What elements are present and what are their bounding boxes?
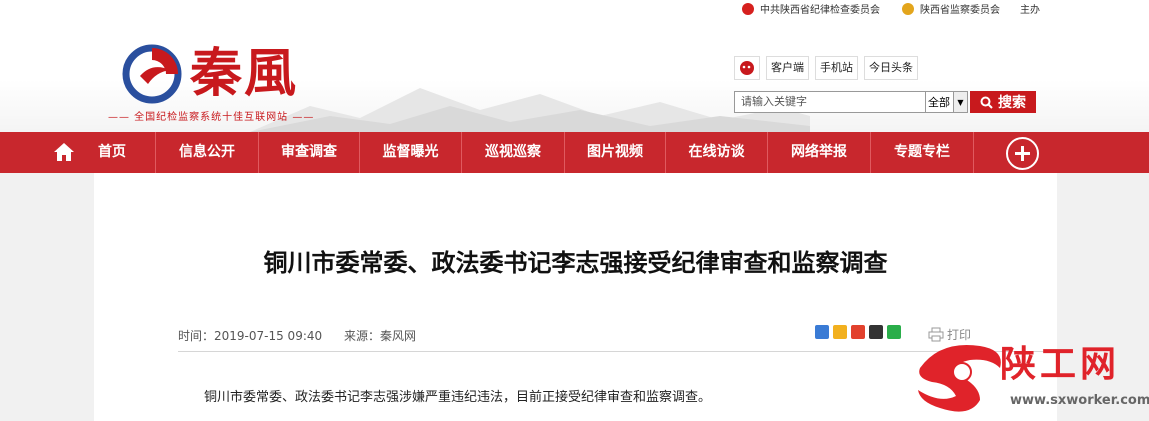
site-slogan: —— 全国纪检监察系统十佳互联网站 —— [108, 112, 315, 123]
nav-item-info-disclosure[interactable]: 信息公开 [156, 132, 258, 173]
qinfeng-logo-icon[interactable] [122, 44, 182, 104]
watermark-url: www.sxworker.com [1010, 393, 1149, 408]
nav-item-investigation[interactable]: 审查调查 [259, 132, 359, 173]
site-logo-text[interactable]: 秦風 [190, 44, 298, 104]
search-button[interactable]: 搜索 [970, 91, 1036, 113]
share-wechat-icon[interactable] [887, 325, 901, 339]
article-title: 铜川市委常委、政法委书记李志强接受纪律审查和监察调查 [263, 249, 888, 277]
search-input[interactable]: 请输入关键字 [734, 91, 926, 113]
nav-item-inspection[interactable]: 巡视巡察 [462, 132, 564, 173]
share-weibo-icon[interactable] [851, 325, 865, 339]
link-provincial-supervision-commission[interactable]: 陕西省监察委员会 [902, 1, 1000, 16]
home-icon[interactable] [53, 142, 75, 162]
site-header: 秦風 —— 全国纪检监察系统十佳互联网站 —— 客户端 手机站 今日头条 请输入… [0, 16, 1149, 132]
search-bar: 请输入关键字 全部 ▼ 搜索 [734, 91, 1036, 113]
article-source: 来源：秦风网 [343, 329, 416, 343]
mobile-site-button[interactable]: 手机站 [815, 56, 858, 80]
share-more-icon[interactable] [815, 325, 829, 339]
nav-item-exposure[interactable]: 监督曝光 [360, 132, 461, 173]
share-qzone-icon[interactable] [833, 325, 847, 339]
client-bar: 客户端 手机站 今日头条 [734, 56, 918, 80]
topbar-sponsor-text: 主办 [1020, 5, 1040, 16]
party-emblem-icon [742, 2, 754, 15]
article-body: 铜川市委常委、政法委书记李志强涉嫌严重违纪违法，目前正接受纪律审查和监察调查。 [204, 390, 712, 405]
search-scope-value: 全部 [928, 96, 950, 109]
link-provincial-discipline-commission[interactable]: 中共陕西省纪律检查委员会 [742, 1, 880, 16]
mountain-backdrop [250, 88, 810, 132]
main-nav: 首页 信息公开 审查调查 监督曝光 巡视巡察 图片视频 在线访谈 网络举报 专题… [0, 132, 1149, 173]
toutiao-button[interactable]: 今日头条 [864, 56, 918, 80]
topbar-link-1[interactable]: 中共陕西省纪律检查委员会 [760, 1, 880, 16]
nav-item-online-interview[interactable]: 在线访谈 [666, 132, 767, 173]
search-button-label: 搜索 [998, 95, 1026, 111]
wechat-icon [740, 61, 754, 75]
nav-item-home[interactable]: 首页 [88, 132, 136, 173]
article-meta: 时间：2019-07-15 09:40 来源：秦风网 [178, 327, 434, 344]
wechat-button[interactable] [734, 56, 760, 80]
nav-divider [973, 132, 974, 173]
share-qq-icon[interactable] [869, 325, 883, 339]
topbar-link-2[interactable]: 陕西省监察委员会 [920, 1, 1000, 16]
national-emblem-icon [902, 2, 914, 15]
nav-item-online-report[interactable]: 网络举报 [768, 132, 870, 173]
sponsor-label: 主办 [1020, 1, 1040, 16]
nav-item-special-topics[interactable]: 专题专栏 [871, 132, 973, 173]
search-icon [980, 96, 993, 109]
watermark-text: 陕工网 [1000, 343, 1121, 385]
expand-menu-plus-icon[interactable] [1006, 137, 1039, 170]
top-utility-bar: 中共陕西省纪律检查委员会 陕西省监察委员会 主办 [0, 0, 1149, 16]
chevron-down-icon[interactable]: ▼ [953, 92, 967, 112]
client-app-button[interactable]: 客户端 [766, 56, 809, 80]
search-scope-select[interactable]: 全部 ▼ [926, 91, 968, 113]
nav-item-photo-video[interactable]: 图片视频 [565, 132, 665, 173]
article-time: 时间：2019-07-15 09:40 [178, 329, 323, 343]
share-bar [815, 325, 901, 339]
